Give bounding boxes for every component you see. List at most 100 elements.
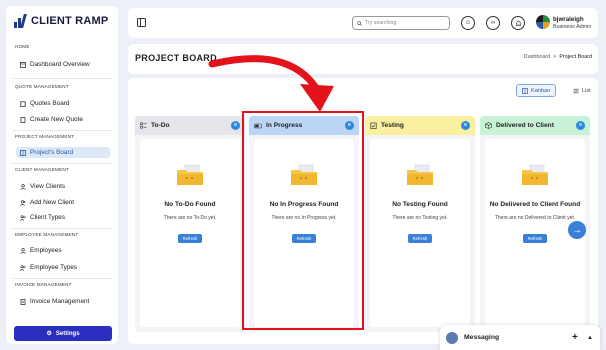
refresh-button[interactable]: Refresh <box>178 234 202 243</box>
search-box[interactable] <box>352 16 450 30</box>
empty-state-message: There are no To-Do yet. <box>163 215 217 221</box>
empty-folder-icon <box>177 164 203 185</box>
column-body: No Testing Found There are no Testing ye… <box>370 139 470 327</box>
messaging-bar[interactable]: Messaging + ▲ <box>440 325 600 350</box>
topbar: ☺ ∞ bjwraleigh Business Admin <box>128 8 598 38</box>
messaging-label: Messaging <box>464 334 500 341</box>
kanban-icon <box>522 87 528 94</box>
employee-types-icon <box>20 264 26 271</box>
document-icon <box>20 116 26 123</box>
breadcrumb-current: Project Board <box>559 54 592 60</box>
smile-icon: ☺ <box>464 20 472 26</box>
sidebar-item-label: Add New Client <box>30 199 75 206</box>
checklist-icon <box>140 122 147 129</box>
empty-state-title: No Testing Found <box>392 201 448 208</box>
section-client-management: CLIENT MANAGEMENT <box>15 167 69 172</box>
list-label: List <box>582 87 591 94</box>
refresh-button[interactable]: Refresh <box>408 234 432 243</box>
section-employee-management: EMPLOYEE MANAGEMENT <box>15 232 79 237</box>
page-header: PROJECT BOARD Dashboard > Project Board <box>128 44 598 74</box>
notifications-button[interactable] <box>511 16 525 30</box>
link-icon: ∞ <box>490 20 496 26</box>
empty-state-title: No Delivered to Client Found <box>489 201 581 208</box>
column-count-badge: 0 <box>461 121 470 130</box>
emoji-button[interactable]: ☺ <box>461 16 475 30</box>
invoice-icon <box>20 298 26 305</box>
column-testing: Testing 0 No Testing Found There are no … <box>365 116 475 332</box>
new-message-icon[interactable]: + <box>572 332 578 343</box>
sidebar-item-projects-board[interactable]: Project's Board <box>16 147 110 158</box>
sidebar-item-label: Dashboard Overview <box>30 61 90 68</box>
section-invoice-management: INVOICE MANAGEMENT <box>15 282 72 287</box>
page-title: PROJECT BOARD <box>135 53 217 63</box>
section-home: HOME <box>15 44 30 49</box>
sidebar-item-label: Create New Quote <box>30 116 83 123</box>
user-avatar[interactable] <box>536 15 550 29</box>
breadcrumb-separator: > <box>553 54 557 60</box>
settings-button[interactable]: ⚙ Settings <box>14 326 112 341</box>
add-user-icon <box>20 199 26 206</box>
sidebar-toggle-icon[interactable] <box>137 18 146 27</box>
settings-label: Settings <box>55 330 80 337</box>
sidebar-item-label: Client Types <box>30 214 66 221</box>
search-icon <box>357 20 362 26</box>
sidebar-item-add-new-client[interactable]: Add New Client <box>16 197 110 208</box>
sidebar-item-employees[interactable]: Employees <box>16 245 110 256</box>
column-count-badge: 0 <box>231 121 240 130</box>
board-icon <box>20 149 26 156</box>
search-input[interactable] <box>365 20 445 26</box>
empty-state-message: There are no Delivered to Client yet. <box>494 215 576 221</box>
column-title: Testing <box>381 122 404 129</box>
column-header: To-Do 0 <box>135 116 245 135</box>
refresh-button[interactable]: Refresh <box>523 234 547 243</box>
sidebar-item-label: Quotes Board <box>30 100 70 107</box>
logo-icon <box>14 14 28 28</box>
list-icon <box>573 88 579 93</box>
gear-icon: ⚙ <box>46 331 52 337</box>
user-role: Business Admin <box>553 24 592 30</box>
sidebar-item-quotes-board[interactable]: Quotes Board <box>16 98 110 109</box>
user-icon <box>20 183 26 190</box>
sidebar-item-label: Invoice Management <box>30 298 90 305</box>
empty-state-title: No To-Do Found <box>164 201 216 208</box>
clipboard-icon <box>20 100 26 107</box>
bell-icon <box>515 20 521 26</box>
scroll-right-button[interactable]: → <box>568 221 586 239</box>
section-quote-management: QUOTE MANAGEMENT <box>15 84 69 89</box>
link-button[interactable]: ∞ <box>486 16 500 30</box>
annotation-highlight-box <box>242 111 364 330</box>
chevron-up-icon[interactable]: ▲ <box>587 335 593 341</box>
dashboard-icon <box>20 61 26 68</box>
sidebar-item-label: Employee Types <box>30 264 78 271</box>
messaging-avatar <box>446 331 458 344</box>
empty-folder-icon <box>522 164 548 185</box>
sidebar-item-client-types[interactable]: Client Types <box>16 212 110 223</box>
users-icon <box>20 214 26 221</box>
kanban-view-button[interactable]: Kanban <box>516 84 557 97</box>
brand-name: CLIENT RAMP <box>31 15 109 27</box>
column-body: No To-Do Found There are no To-Do yet. R… <box>140 139 240 327</box>
sidebar-item-invoice-management[interactable]: Invoice Management <box>16 296 110 307</box>
breadcrumb: Dashboard > Project Board <box>524 54 592 60</box>
empty-state-message: There are no Testing yet. <box>392 215 448 221</box>
breadcrumb-dashboard[interactable]: Dashboard <box>524 54 550 60</box>
list-view-button[interactable]: List <box>568 84 596 97</box>
brand-logo[interactable]: CLIENT RAMP <box>14 14 108 28</box>
column-title: To-Do <box>151 122 170 129</box>
empty-folder-icon <box>407 164 433 185</box>
employee-icon <box>20 247 26 254</box>
sidebar-item-create-new-quote[interactable]: Create New Quote <box>16 114 110 125</box>
user-name[interactable]: bjwraleigh <box>553 16 584 23</box>
section-project-management: PROJECT MANAGEMENT <box>15 134 75 139</box>
sidebar: CLIENT RAMP HOME Dashboard Overview QUOT… <box>6 6 118 344</box>
package-icon <box>485 122 492 129</box>
sidebar-item-view-clients[interactable]: View Clients <box>16 181 110 192</box>
sidebar-item-label: Employees <box>30 247 62 254</box>
arrow-right-icon: → <box>572 224 582 236</box>
column-to-do: To-Do 0 No To-Do Found There are no To-D… <box>135 116 245 332</box>
column-header: Delivered to Client 0 <box>480 116 590 135</box>
sidebar-item-employee-types[interactable]: Employee Types <box>16 262 110 273</box>
sidebar-item-dashboard-overview[interactable]: Dashboard Overview <box>16 59 110 70</box>
clipboard-check-icon <box>370 122 377 129</box>
sidebar-item-label: View Clients <box>30 183 66 190</box>
